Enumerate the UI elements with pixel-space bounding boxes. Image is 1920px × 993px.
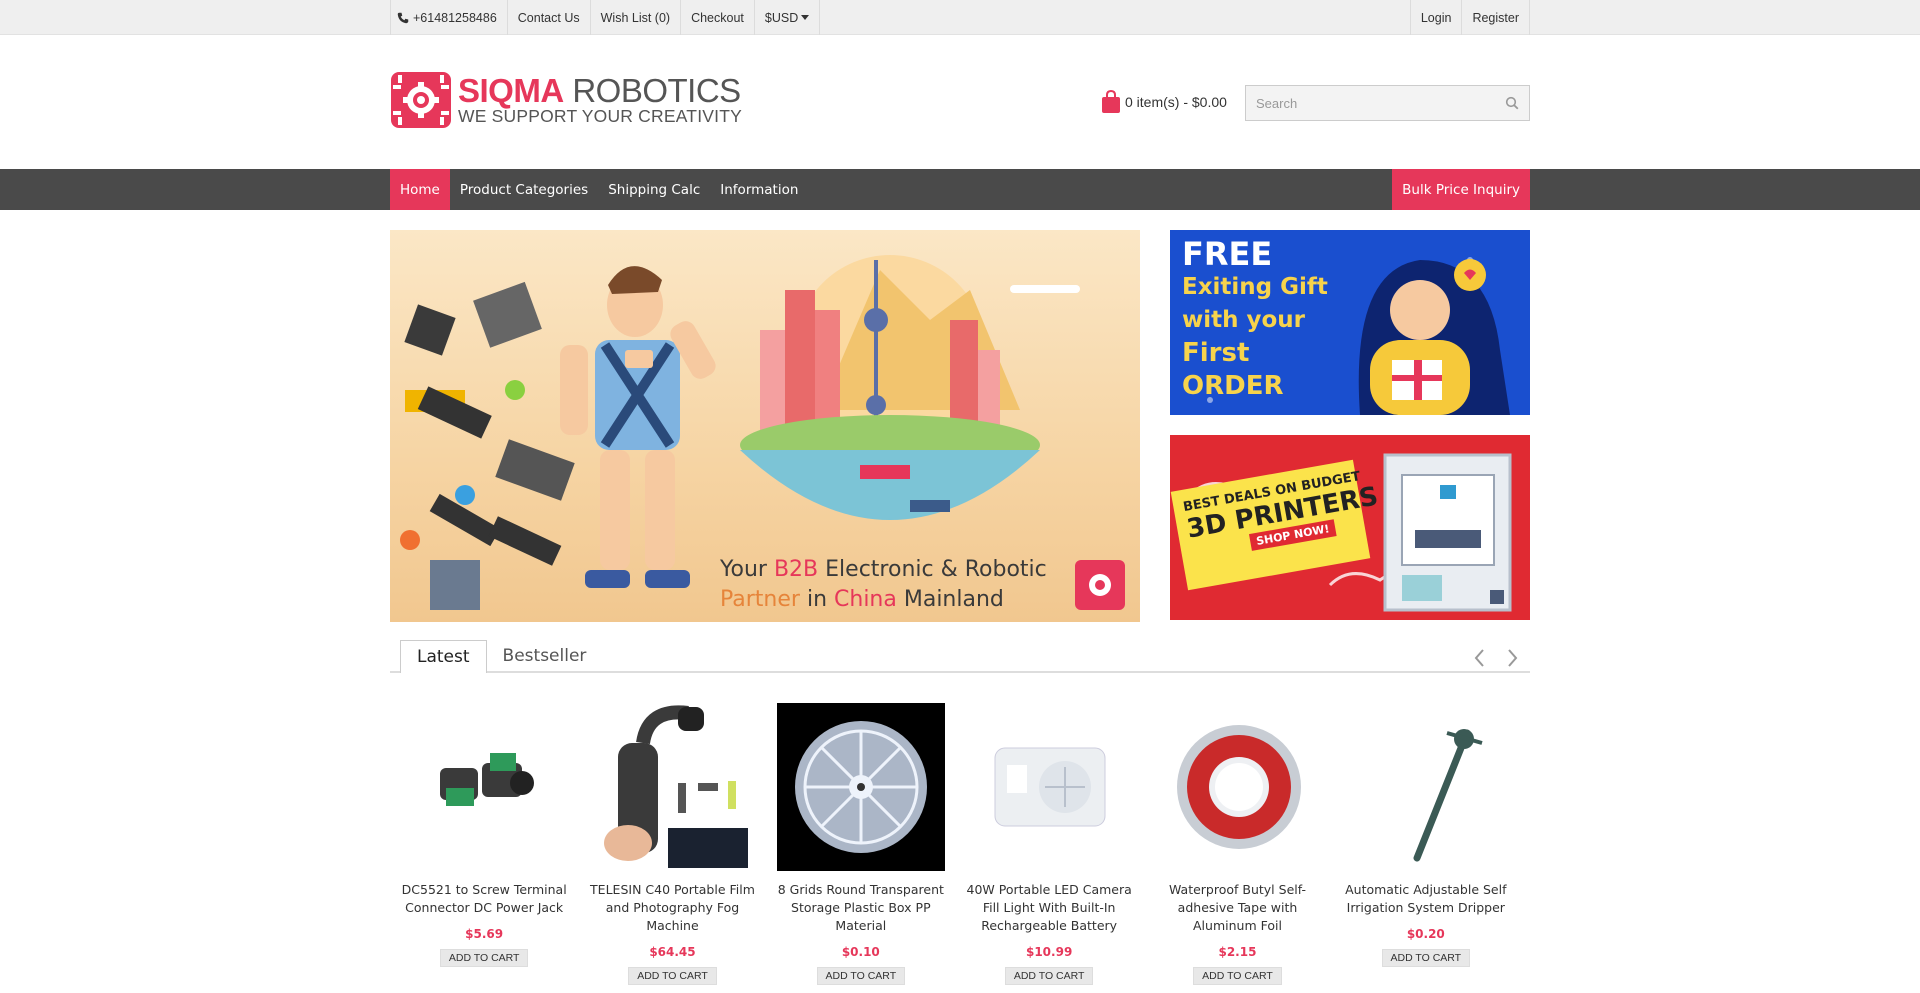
product-price: $0.10 xyxy=(841,945,880,959)
product-tabs: Latest Bestseller xyxy=(390,640,1530,673)
currency-label: $USD xyxy=(764,10,799,25)
product-carousel: DC5521 to Screw Terminal Connector DC Po… xyxy=(390,703,1530,985)
search-icon xyxy=(1505,96,1519,110)
cart-summary[interactable]: 0 item(s) - $0.00 xyxy=(1101,90,1227,114)
add-to-cart-button[interactable]: ADD TO CART xyxy=(1004,967,1094,985)
3d-printers-banner[interactable]: BEST DEALS ON BUDGET 3D PRINTERS SHOP NO… xyxy=(1170,435,1530,620)
nav-shipping-calc[interactable]: Shipping Calc xyxy=(598,169,710,210)
nav-home[interactable]: Home xyxy=(390,169,450,210)
product-name[interactable]: 40W Portable LED Camera Fill Light With … xyxy=(965,881,1133,935)
login-link[interactable]: Login xyxy=(1409,0,1463,35)
search-box xyxy=(1245,85,1530,121)
currency-dropdown[interactable]: $USD xyxy=(755,0,821,35)
hero-caption: Your B2B Electronic & Robotic Partner in… xyxy=(720,557,1047,612)
product-name[interactable]: TELESIN C40 Portable Film and Photograph… xyxy=(588,881,756,935)
logo-tagline: WE SUPPORT YOUR CREATIVITY xyxy=(458,106,742,126)
register-link[interactable]: Register xyxy=(1462,0,1530,35)
product-card: 8 Grids Round Transparent Storage Plasti… xyxy=(776,703,945,985)
cart-text: 0 item(s) - $0.00 xyxy=(1125,94,1227,110)
product-price: $0.20 xyxy=(1406,927,1445,941)
shopping-bag-icon xyxy=(1102,90,1120,113)
free-gift-banner[interactable]: FREE Exiting Gift with your First ORDER xyxy=(1170,230,1530,415)
add-to-cart-button[interactable]: ADD TO CART xyxy=(1193,967,1282,985)
product-price: $5.69 xyxy=(465,927,504,941)
product-image[interactable] xyxy=(1153,703,1321,871)
gear-logo-icon xyxy=(391,72,451,128)
chevron-right-icon[interactable] xyxy=(1504,648,1520,668)
free-gift-text: FREE Exiting Gift with your First ORDER xyxy=(1182,235,1328,402)
butyl-tape-image xyxy=(1177,725,1302,849)
product-name[interactable]: 8 Grids Round Transparent Storage Plasti… xyxy=(777,881,945,935)
contact-us-link[interactable]: Contact Us xyxy=(508,0,591,35)
phone-icon xyxy=(397,12,409,23)
top-bar: +61481258486 Contact Us Wish List (0) Ch… xyxy=(0,0,1920,35)
checkout-link[interactable]: Checkout xyxy=(681,0,755,35)
phone-number: +61481258486 xyxy=(413,10,497,25)
main-nav: Home Product Categories Shipping Calc In… xyxy=(0,169,1920,210)
hero-banner[interactable]: Your B2B Electronic & Robotic Partner in… xyxy=(390,230,1140,622)
product-name[interactable]: Automatic Adjustable Self Irrigation Sys… xyxy=(1342,881,1510,917)
banner-area: Your B2B Electronic & Robotic Partner in… xyxy=(390,230,1530,622)
product-price: $10.99 xyxy=(1025,945,1073,959)
product-image[interactable] xyxy=(588,703,756,871)
add-to-cart-button[interactable]: ADD TO CART xyxy=(439,949,529,967)
tab-latest[interactable]: Latest xyxy=(400,640,487,673)
product-price: $2.15 xyxy=(1218,945,1257,959)
storage-box-image xyxy=(794,721,927,853)
led-light-image xyxy=(994,747,1106,827)
product-card: Waterproof Butyl Self-adhesive Tape with… xyxy=(1153,703,1321,985)
search-button[interactable] xyxy=(1495,86,1529,120)
bulk-price-inquiry-button[interactable]: Bulk Price Inquiry xyxy=(1392,169,1530,210)
tab-bestseller[interactable]: Bestseller xyxy=(487,640,603,671)
add-to-cart-button[interactable]: ADD TO CART xyxy=(1381,949,1471,967)
add-to-cart-button[interactable]: ADD TO CART xyxy=(628,967,717,985)
product-image[interactable] xyxy=(400,703,568,871)
product-card: DC5521 to Screw Terminal Connector DC Po… xyxy=(400,703,568,985)
product-price: $64.45 xyxy=(649,945,696,959)
product-card: Automatic Adjustable Self Irrigation Sys… xyxy=(1342,703,1510,985)
fog-machine-image xyxy=(604,705,749,868)
product-card: 40W Portable LED Camera Fill Light With … xyxy=(965,703,1133,985)
product-image[interactable] xyxy=(1342,703,1510,871)
site-logo[interactable]: SIQMA ROBOTICS WE SUPPORT YOUR CREATIVIT… xyxy=(390,71,742,129)
dc-jack-image xyxy=(440,753,535,806)
product-name[interactable]: DC5521 to Screw Terminal Connector DC Po… xyxy=(400,881,568,917)
product-image[interactable] xyxy=(776,703,945,871)
dripper-image xyxy=(1413,729,1483,862)
header: SIQMA ROBOTICS WE SUPPORT YOUR CREATIVIT… xyxy=(390,35,1530,169)
product-name[interactable]: Waterproof Butyl Self-adhesive Tape with… xyxy=(1153,881,1321,935)
nav-information[interactable]: Information xyxy=(710,169,808,210)
search-input[interactable] xyxy=(1246,86,1495,120)
add-to-cart-button[interactable]: ADD TO CART xyxy=(816,967,906,985)
product-card: TELESIN C40 Portable Film and Photograph… xyxy=(588,703,756,985)
product-image[interactable] xyxy=(965,703,1133,871)
nav-product-categories[interactable]: Product Categories xyxy=(450,169,598,210)
phone-link[interactable]: +61481258486 xyxy=(390,0,508,35)
wish-list-link[interactable]: Wish List (0) xyxy=(591,0,682,35)
chevron-left-icon[interactable] xyxy=(1472,648,1488,668)
logo-title: SIQMA ROBOTICS xyxy=(458,72,741,109)
caret-down-icon xyxy=(801,15,810,20)
